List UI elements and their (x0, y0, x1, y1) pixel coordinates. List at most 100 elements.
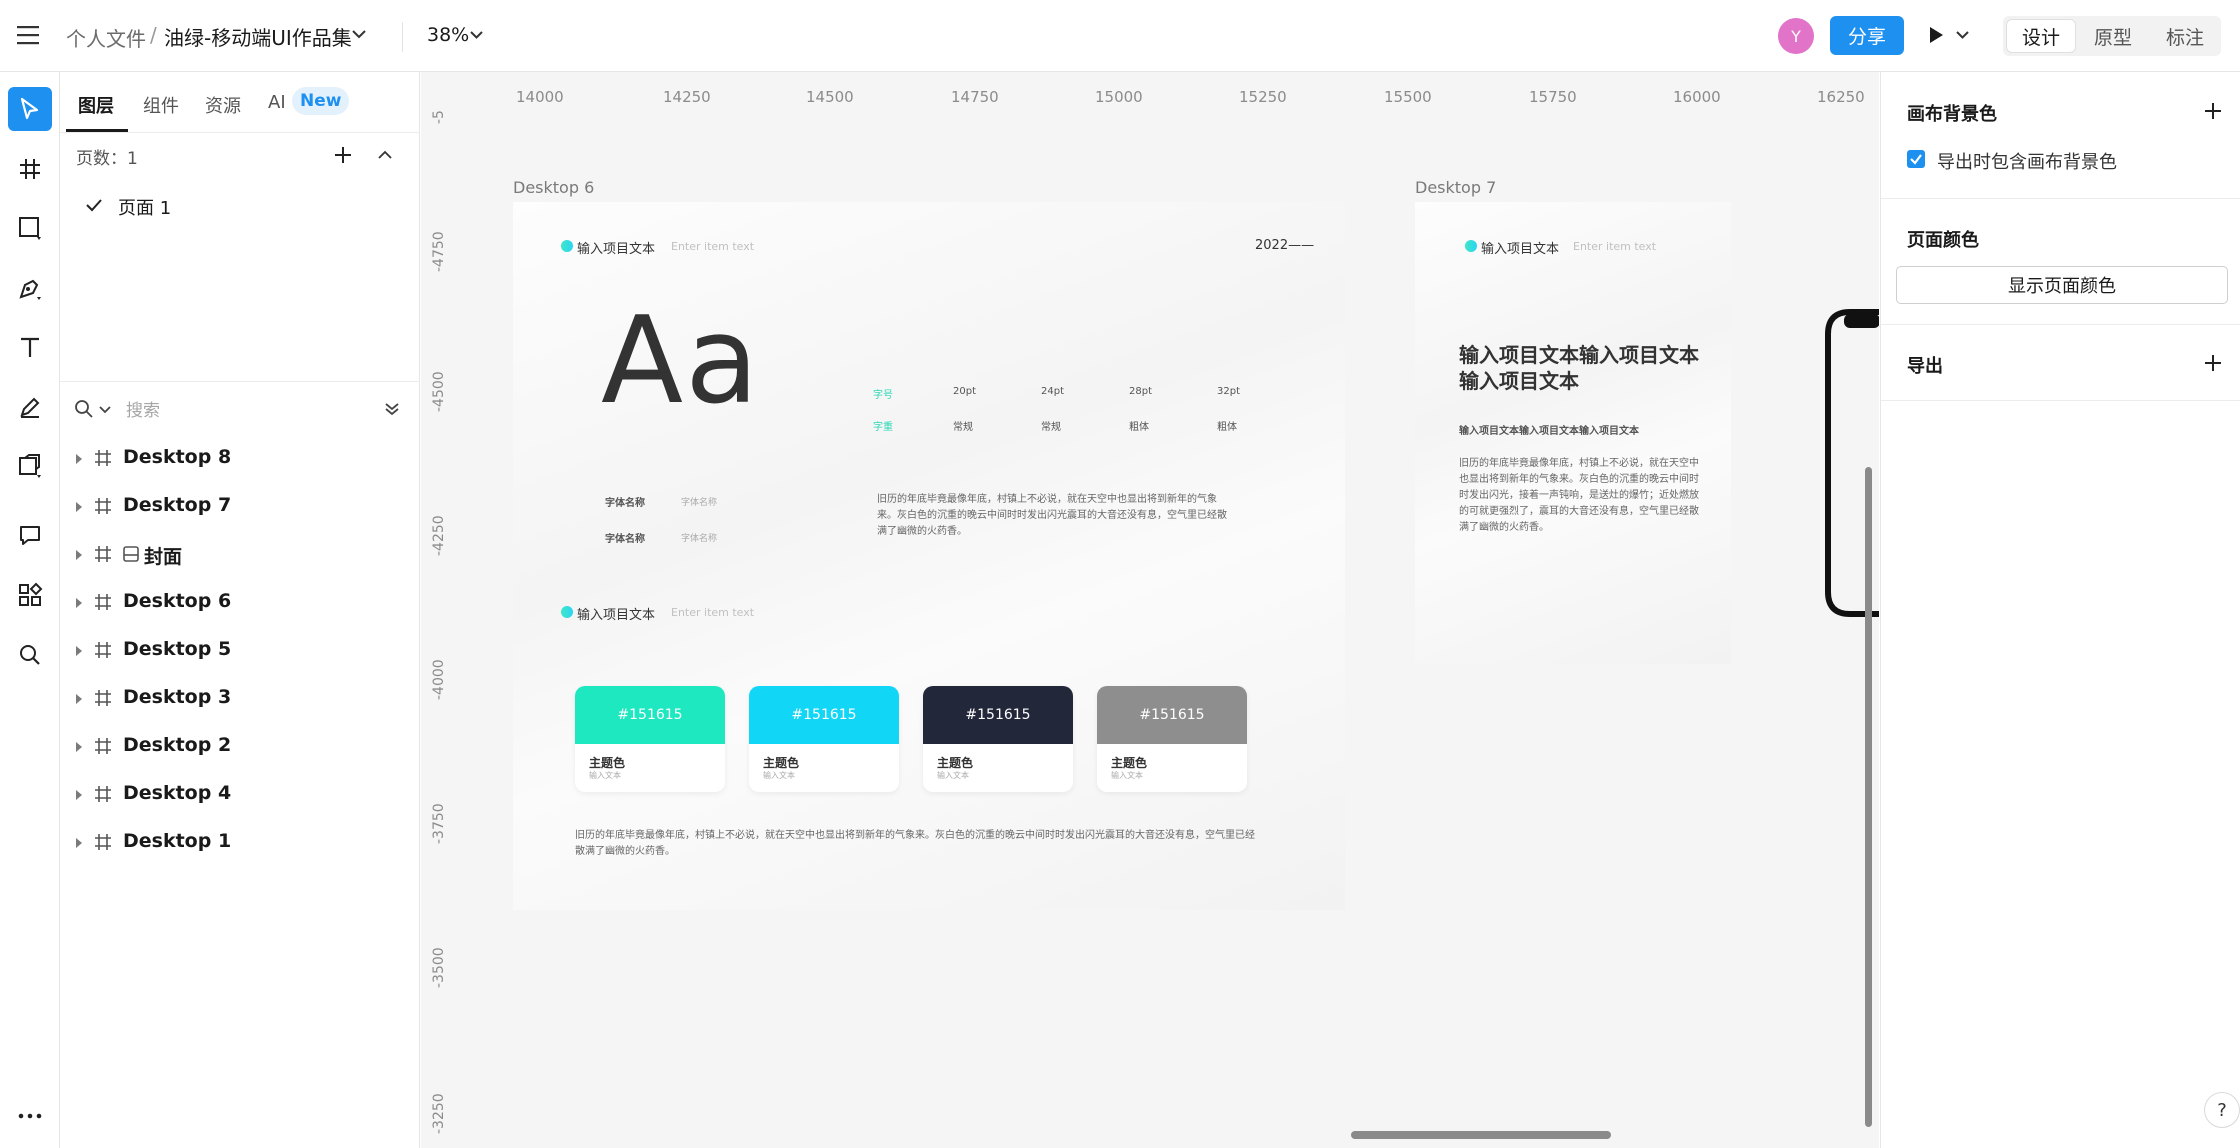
ruler-tick: -4250 (431, 515, 447, 556)
expand-caret-icon[interactable] (76, 646, 82, 656)
spec-value: 20pt (953, 386, 976, 397)
chevron-down-icon[interactable] (470, 31, 483, 39)
search-icon[interactable] (74, 399, 94, 419)
ruler-tick: -4750 (431, 231, 447, 272)
tab-assets[interactable]: 资源 (205, 92, 241, 118)
slice-tool-icon[interactable] (8, 444, 52, 488)
frame-tool-icon[interactable] (8, 147, 52, 191)
horizontal-scrollbar[interactable] (1351, 1131, 1611, 1139)
swatch-sub: 输入文本 (763, 771, 795, 780)
expand-caret-icon[interactable] (76, 790, 82, 800)
frame-icon (94, 497, 112, 515)
bullet-dot (1465, 240, 1477, 252)
ruler-tick: -4500 (431, 371, 447, 412)
share-button[interactable]: 分享 (1830, 16, 1904, 55)
add-page-icon[interactable] (334, 146, 352, 164)
tab-ai[interactable]: AI (268, 92, 286, 113)
text-tool-icon[interactable] (8, 325, 52, 369)
layer-row-desktop-4[interactable]: Desktop 4 (60, 771, 419, 819)
typography-sample: Aa (601, 292, 761, 431)
layer-row-desktop-8[interactable]: Desktop 8 (60, 435, 419, 483)
artboard-desktop-7[interactable]: 输入项目文本 Enter item text 输入项目文本输入项目文本输入项目文… (1415, 202, 1731, 664)
ruler-tick: 14500 (806, 88, 854, 106)
vertical-scrollbar[interactable] (1865, 467, 1872, 1127)
paragraph-bottom: 旧历的年底毕竟最像年底，村镇上不必说，就在天空中也显出将到新年的气象来。灰白色的… (575, 830, 1255, 857)
expand-all-icon[interactable] (385, 402, 399, 416)
frame-title-desktop-6[interactable]: Desktop 6 (513, 178, 594, 197)
spec-value: 粗体 (1129, 422, 1149, 433)
section-header: 输入项目文本 (1481, 242, 1560, 257)
layer-row-desktop-2[interactable]: Desktop 2 (60, 723, 419, 771)
help-button[interactable]: ? (2204, 1092, 2240, 1128)
chevron-down-icon[interactable] (99, 406, 111, 414)
tab-annotate[interactable]: 标注 (2151, 20, 2219, 52)
add-icon[interactable] (2204, 102, 2222, 120)
layer-row-desktop-6[interactable]: Desktop 6 (60, 579, 419, 627)
layer-label: Desktop 7 (123, 494, 232, 516)
expand-caret-icon[interactable] (76, 838, 82, 848)
collapse-chevron-icon[interactable] (378, 150, 392, 159)
tab-design[interactable]: 设计 (2007, 20, 2075, 52)
ruler-tick: 15500 (1384, 88, 1432, 106)
more-icon[interactable] (8, 1094, 52, 1138)
ruler-tick: 14750 (951, 88, 999, 106)
swatch-color: #151615 (749, 686, 899, 744)
page-item[interactable]: 页面 1 (118, 194, 171, 220)
swatch-sub: 输入文本 (589, 771, 621, 780)
chevron-down-icon[interactable] (352, 30, 366, 39)
tab-layers[interactable]: 图层 (78, 92, 114, 118)
hamburger-menu-icon[interactable] (16, 24, 40, 46)
layer-row-desktop-1[interactable]: Desktop 1 (60, 819, 419, 867)
layer-label: Desktop 1 (123, 830, 232, 852)
rectangle-tool-icon[interactable] (8, 206, 52, 250)
pencil-tool-icon[interactable] (8, 385, 52, 429)
expand-caret-icon[interactable] (76, 598, 82, 608)
comment-tool-icon[interactable] (8, 513, 52, 557)
file-title[interactable]: 油绿-移动端UI作品集 (164, 22, 352, 51)
swatch-color: #151615 (575, 686, 725, 744)
plugins-icon[interactable] (8, 573, 52, 617)
color-swatch-card[interactable]: #151615 主题色 输入文本 (575, 686, 725, 792)
color-swatch-card[interactable]: #151615 主题色 输入文本 (1097, 686, 1247, 792)
add-export-icon[interactable] (2204, 354, 2222, 372)
chevron-down-icon[interactable] (1956, 31, 1969, 39)
canvas[interactable]: 14000 14250 14500 14750 15000 15250 1550… (421, 72, 1879, 1148)
layers-panel: 图层 组件 资源 AI New 页数：1 页面 1 搜索 Desktop 8 D… (60, 72, 420, 1148)
color-swatch-card[interactable]: #151615 主题色 输入文本 (923, 686, 1073, 792)
new-badge: New (292, 87, 350, 115)
breadcrumb-parent[interactable]: 个人文件 (66, 23, 146, 52)
export-background-checkbox[interactable] (1907, 150, 1925, 168)
show-page-color-button[interactable]: 显示页面颜色 (1896, 266, 2228, 304)
color-swatch-card[interactable]: #151615 主题色 输入文本 (749, 686, 899, 792)
tab-prototype[interactable]: 原型 (2079, 20, 2147, 52)
swatch-name: 主题色 (589, 756, 626, 770)
artboard-desktop-6[interactable]: 输入项目文本 Enter item text 2022—— Aa 字体名称 字体… (513, 202, 1345, 910)
canvas-background-title: 画布背景色 (1907, 104, 1997, 125)
expand-caret-icon[interactable] (76, 694, 82, 704)
play-icon[interactable] (1928, 26, 1944, 44)
frame-title-desktop-7[interactable]: Desktop 7 (1415, 178, 1496, 197)
move-tool-icon[interactable] (8, 87, 52, 131)
zoom-level[interactable]: 38% (427, 24, 469, 46)
search-icon[interactable] (8, 633, 52, 677)
year-label: 2022—— (1255, 238, 1315, 253)
spec-value: 常规 (1041, 422, 1061, 433)
frame-icon (94, 641, 112, 659)
layer-row-desktop-5[interactable]: Desktop 5 (60, 627, 419, 675)
layer-row-desktop-3[interactable]: Desktop 3 (60, 675, 419, 723)
frame-icon (94, 593, 112, 611)
frame-icon (94, 449, 112, 467)
expand-caret-icon[interactable] (76, 454, 82, 464)
layer-row-cover[interactable]: 封面 (60, 531, 419, 579)
layer-row-desktop-7[interactable]: Desktop 7 (60, 483, 419, 531)
layer-search-input[interactable]: 搜索 (126, 396, 160, 421)
expand-caret-icon[interactable] (76, 502, 82, 512)
pen-tool-icon[interactable] (8, 266, 52, 310)
expand-caret-icon[interactable] (76, 742, 82, 752)
frame-icon (94, 545, 112, 563)
subheadline: 输入项目文本输入项目文本输入项目文本 (1459, 426, 1639, 437)
avatar[interactable]: Y (1778, 18, 1814, 54)
tab-components[interactable]: 组件 (143, 92, 179, 118)
expand-caret-icon[interactable] (76, 550, 82, 560)
ruler-tick: 16000 (1673, 88, 1721, 106)
